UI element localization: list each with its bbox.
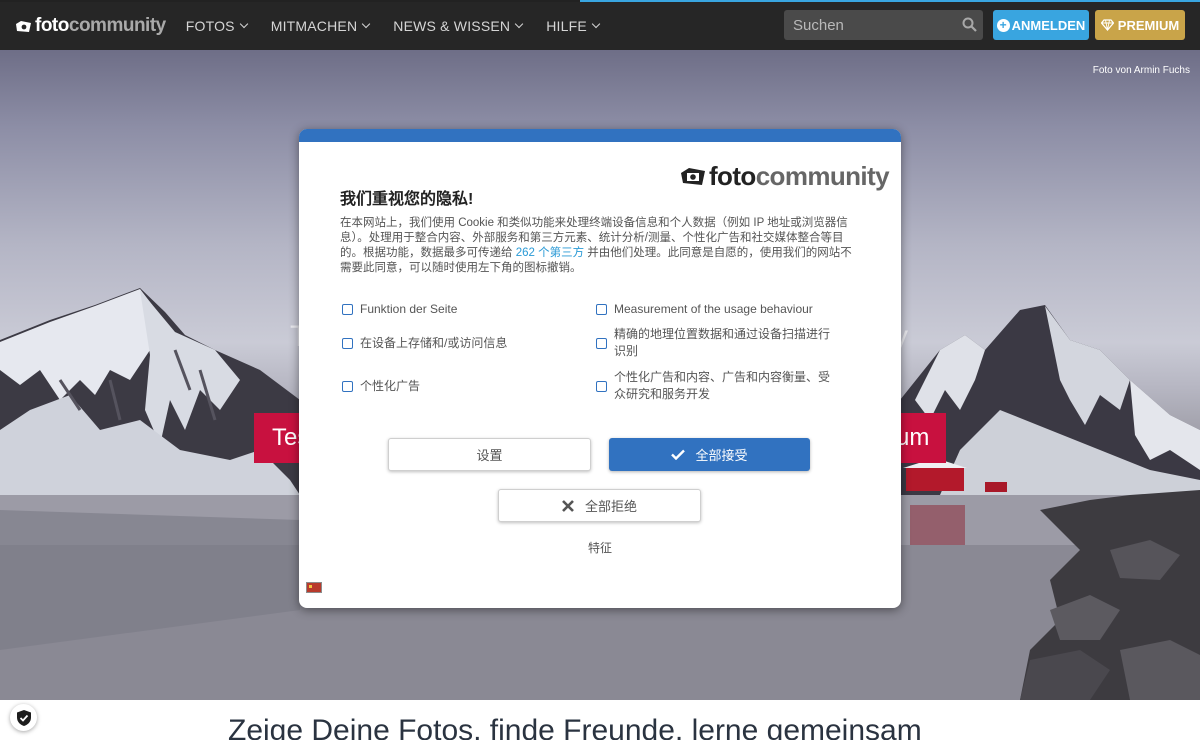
intro-section: Zeige Deine Fotos, finde Freunde, lerne … [0,700,1200,740]
features-link[interactable]: 特征 [299,539,901,556]
menu-item-label: NEWS & WISSEN [393,18,511,34]
language-flag-icon[interactable] [306,582,322,593]
option-usage-measurement[interactable]: Measurement of the usage behaviour [596,301,846,318]
menu-item-news[interactable]: NEWS & WISSEN [393,18,524,34]
site-logo[interactable]: foto community [15,15,166,37]
option-label: Measurement of the usage behaviour [614,302,813,316]
chevron-down-icon [591,19,601,29]
chevron-down-icon [362,19,371,29]
option-label: Funktion der Seite [360,302,458,316]
option-ads-content-measurement[interactable]: 个性化广告和内容、广告和内容衡量、受众研究和服务开发 [596,369,836,403]
checkbox[interactable] [596,304,607,315]
chevron-down-icon [239,19,248,29]
checkbox[interactable] [342,304,353,315]
close-icon [562,499,574,512]
third-parties-link[interactable]: 262 个第三方 [516,247,584,259]
plus-circle-icon: + [996,18,1010,32]
option-personalized-ads[interactable]: 个性化广告 [342,378,582,395]
top-navigation-bar: foto community FOTOS MITMACHEN NEWS & WIS… [0,2,1200,50]
option-device-storage[interactable]: 在设备上存储和/或访问信息 [342,335,582,352]
accept-all-button[interactable]: 全部接受 [609,438,810,471]
cookie-consent-dialog: foto community 我们重视您的隐私! 在本网站上，我们使用 Cooki… [299,129,901,608]
option-geolocation[interactable]: 精确的地理位置数据和通过设备扫描进行识别 [596,326,836,360]
menu-item-label: FOTOS [185,18,235,34]
menu-item-mitmachen[interactable]: MITMACHEN [270,18,371,34]
dialog-logo: foto community [680,161,890,192]
logo-text-light: community [68,15,166,36]
search-input[interactable] [784,16,954,34]
option-label: 精确的地理位置数据和通过设备扫描进行识别 [614,327,831,358]
checkbox[interactable] [342,381,353,392]
chevron-down-icon [514,19,524,29]
menu-item-hilfe[interactable]: HILFE [546,18,601,34]
privacy-settings-badge[interactable] [10,704,37,731]
menu-item-label: HILFE [546,18,587,34]
option-label: 个性化广告和内容、广告和内容衡量、受众研究和服务开发 [614,370,831,401]
main-menu: FOTOS MITMACHEN NEWS & WISSEN HILFE [186,18,623,34]
settings-label: 设置 [476,448,503,463]
dialog-logo-bold: foto [709,161,756,191]
option-label: 在设备上存储和/或访问信息 [360,336,508,350]
camera-logo-icon [16,20,31,32]
settings-button[interactable]: 设置 [388,438,591,471]
checkbox[interactable] [596,380,607,392]
menu-item-label: MITMACHEN [270,18,358,34]
dialog-title: 我们重视您的隐私! [340,191,474,208]
search-icon[interactable] [962,17,977,32]
login-button[interactable]: + ANMELDEN [993,10,1089,40]
diamond-icon [1100,19,1114,31]
checkbox[interactable] [342,338,353,349]
intro-tagline: Zeige Deine Fotos, finde Freunde, lerne … [228,714,922,740]
dialog-logo-light: community [755,161,890,191]
checkbox[interactable] [596,337,607,349]
reject-label: 全部拒绝 [584,499,637,514]
photo-credit[interactable]: Foto von Armin Fuchs [1093,65,1190,76]
option-site-function[interactable]: Funktion der Seite [342,301,582,318]
dialog-description: 在本网站上，我们使用 Cookie 和类似功能来处理终端设备信息和个人数据（例如… [340,216,862,276]
camera-logo-icon [681,167,705,185]
search-box [784,10,983,40]
accept-label: 全部接受 [695,448,748,463]
reject-all-button[interactable]: 全部拒绝 [498,489,701,522]
shield-check-icon [16,709,31,726]
premium-button[interactable]: PREMIUM [1095,10,1185,40]
premium-label: PREMIUM [1117,17,1180,33]
logo-text-bold: foto [35,15,69,36]
login-label: ANMELDEN [1011,17,1086,33]
menu-item-fotos[interactable]: FOTOS [185,18,248,34]
option-label: 个性化广告 [360,379,421,393]
dialog-top-bar [299,129,901,142]
check-icon [671,449,686,460]
